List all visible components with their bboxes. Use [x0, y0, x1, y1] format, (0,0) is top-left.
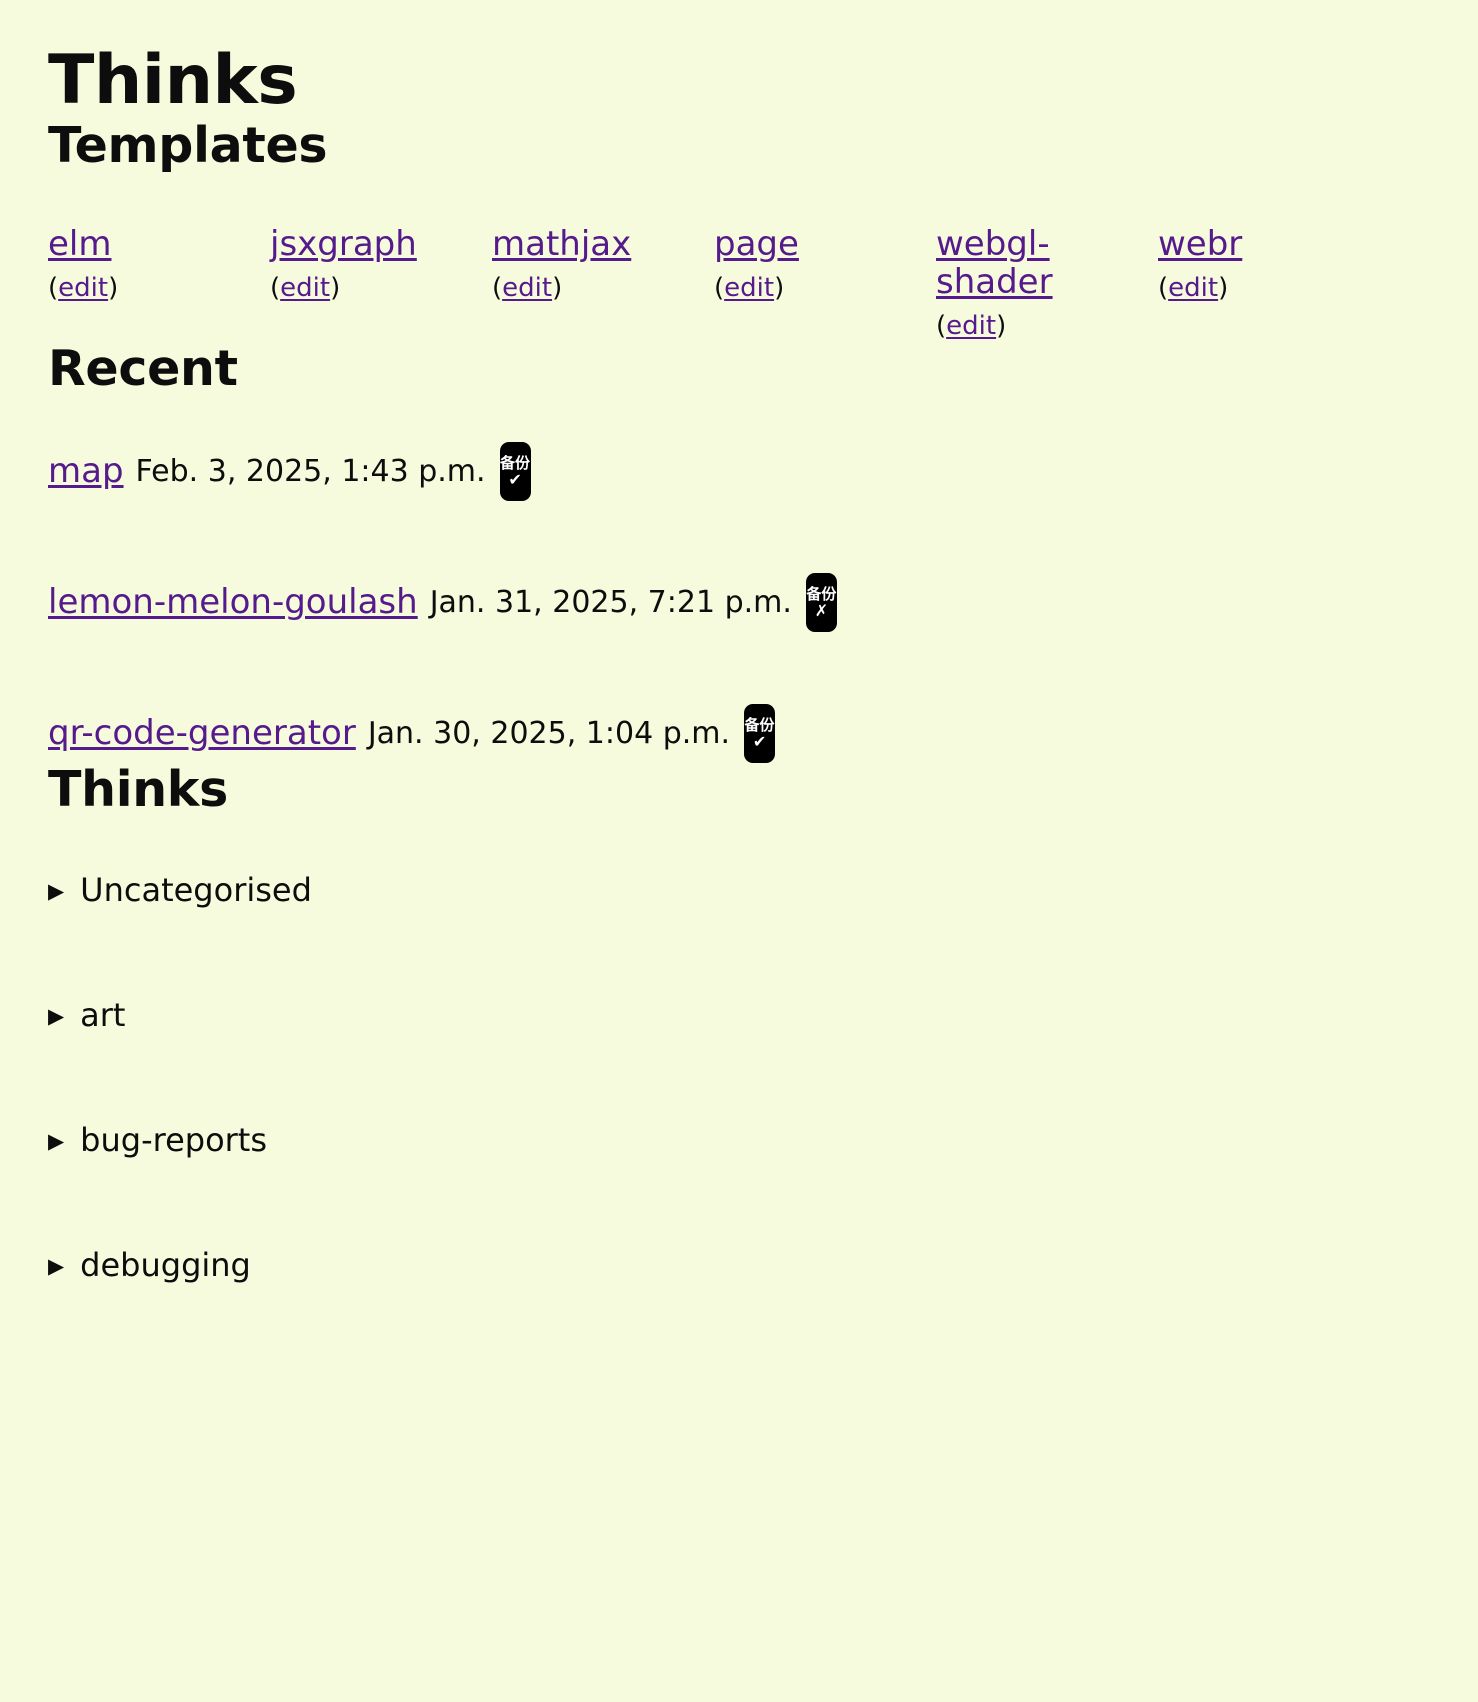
paren-open: (: [492, 272, 503, 303]
template-edit-wrapper: (edit): [936, 311, 1158, 342]
template-edit-wrapper: (edit): [492, 273, 714, 304]
recent-timestamp: Jan. 30, 2025, 1:04 p.m.: [367, 715, 731, 751]
recent-timestamp: Feb. 3, 2025, 1:43 p.m.: [135, 453, 486, 489]
template-edit-wrapper: (edit): [270, 273, 492, 304]
template-edit-wrapper: (edit): [714, 273, 936, 304]
backup-badge-icon: 备份 ✗: [805, 572, 837, 632]
template-item-jsxgraph: jsxgraph (edit): [270, 225, 492, 342]
category-uncategorised[interactable]: ▶ Uncategorised: [48, 870, 1430, 909]
template-edit-wrapper: (edit): [1158, 273, 1380, 304]
category-bug-reports[interactable]: ▶ bug-reports: [48, 1121, 1430, 1160]
template-link[interactable]: elm: [48, 225, 111, 263]
recent-link[interactable]: lemon-melon-goulash: [48, 583, 418, 621]
template-link[interactable]: webr: [1158, 225, 1242, 263]
category-art[interactable]: ▶ art: [48, 996, 1430, 1034]
template-link[interactable]: mathjax: [492, 225, 631, 263]
template-link[interactable]: jsxgraph: [270, 225, 417, 263]
paren-close: ): [1218, 272, 1229, 303]
thinks-heading: Thinks: [48, 760, 228, 818]
paren-close: ): [552, 272, 563, 303]
backup-badge-text: 备份: [744, 715, 775, 734]
template-edit-link[interactable]: edit: [58, 273, 108, 303]
template-link[interactable]: webgl-shader: [936, 225, 1158, 301]
backup-badge-text: 备份: [806, 584, 837, 603]
template-edit-wrapper: (edit): [48, 273, 270, 304]
template-item-webr: webr (edit): [1158, 225, 1380, 342]
backup-badge-mark: ✗: [814, 600, 829, 620]
backup-badge-text: 备份: [500, 453, 531, 472]
list-item: map Feb. 3, 2025, 1:43 p.m. 备份 ✔: [48, 441, 1430, 501]
paren-open: (: [1158, 272, 1169, 303]
backup-badge-icon: 备份 ✔: [499, 441, 531, 501]
recent-heading: Recent: [48, 340, 238, 398]
templates-heading: Templates: [48, 116, 328, 174]
template-item-page: page (edit): [714, 225, 936, 342]
templates-list: elm (edit) jsxgraph (edit) mathjax (edit…: [48, 225, 1430, 342]
list-item: lemon-melon-goulash Jan. 31, 2025, 7:21 …: [48, 572, 1430, 632]
category-label: art: [80, 996, 126, 1034]
recent-list: map Feb. 3, 2025, 1:43 p.m. 备份 ✔ lemon-m…: [48, 441, 1430, 763]
disclosure-triangle-icon[interactable]: ▶: [48, 1256, 64, 1277]
template-link[interactable]: page: [714, 225, 799, 263]
paren-close: ): [108, 272, 119, 303]
paren-open: (: [936, 310, 947, 341]
recent-link[interactable]: map: [48, 452, 124, 490]
paren-open: (: [270, 272, 281, 303]
template-item-webgl-shader: webgl-shader (edit): [936, 225, 1158, 342]
page-title: Thinks: [48, 41, 298, 120]
category-debugging[interactable]: ▶ debugging: [48, 1248, 1430, 1283]
template-edit-link[interactable]: edit: [280, 273, 330, 303]
disclosure-triangle-icon[interactable]: ▶: [48, 1131, 64, 1152]
disclosure-triangle-icon[interactable]: ▶: [48, 1006, 64, 1027]
backup-badge-mark: ✔: [752, 731, 767, 751]
page-root: Thinks Templates elm (edit) jsxgraph (ed…: [0, 0, 1478, 1284]
recent-link[interactable]: qr-code-generator: [48, 714, 356, 752]
template-edit-link[interactable]: edit: [724, 273, 774, 303]
template-edit-link[interactable]: edit: [1168, 273, 1218, 303]
disclosure-triangle-icon[interactable]: ▶: [48, 880, 64, 902]
paren-open: (: [48, 272, 59, 303]
category-label: bug-reports: [80, 1121, 268, 1160]
category-label: Uncategorised: [80, 870, 312, 909]
template-item-elm: elm (edit): [48, 225, 270, 342]
backup-badge-icon: 备份 ✔: [744, 703, 776, 763]
paren-close: ): [330, 272, 341, 303]
template-item-mathjax: mathjax (edit): [492, 225, 714, 342]
recent-timestamp: Jan. 31, 2025, 7:21 p.m.: [429, 584, 792, 620]
paren-close: ): [774, 272, 785, 303]
paren-open: (: [714, 272, 725, 303]
paren-close: ): [996, 310, 1007, 341]
category-label: debugging: [80, 1246, 251, 1285]
template-edit-link[interactable]: edit: [946, 311, 996, 341]
list-item: qr-code-generator Jan. 30, 2025, 1:04 p.…: [48, 703, 1430, 763]
backup-badge-mark: ✔: [508, 469, 522, 489]
thinks-category-list: ▶ Uncategorised ▶ art ▶ bug-reports ▶ de…: [48, 870, 1430, 1284]
template-edit-link[interactable]: edit: [502, 273, 552, 303]
